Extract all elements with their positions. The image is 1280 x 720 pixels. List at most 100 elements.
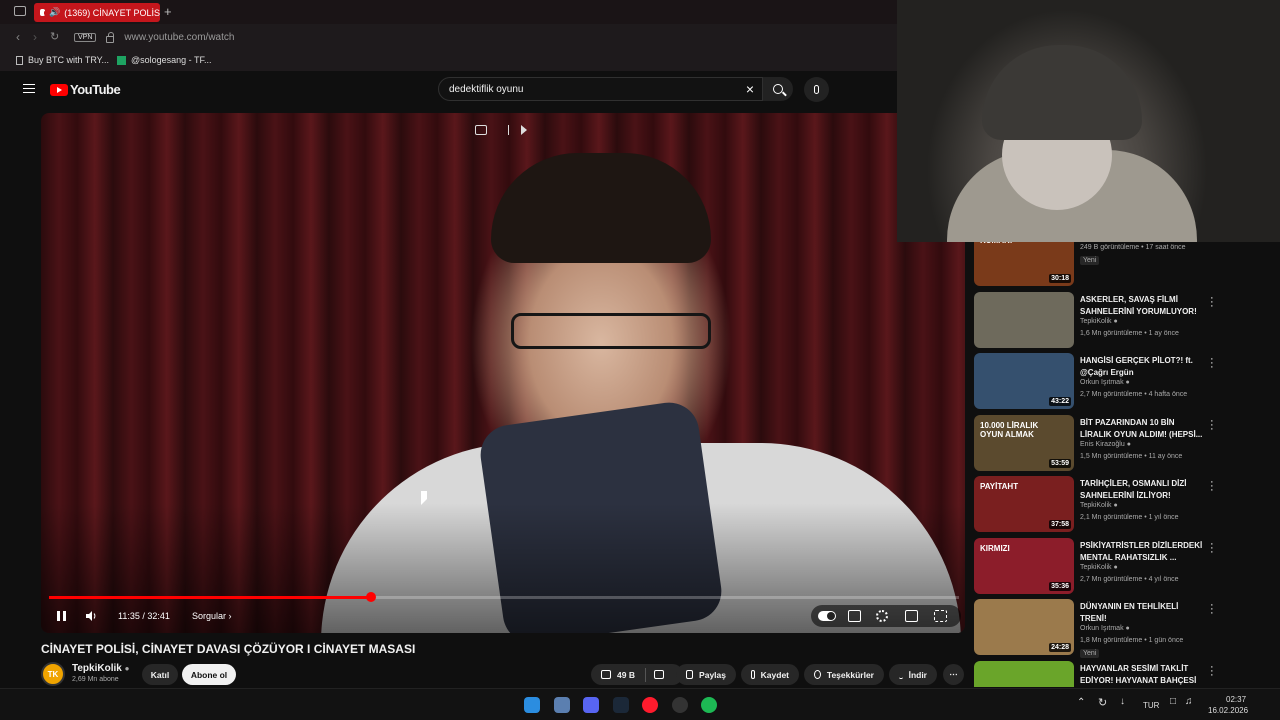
sync-icon[interactable]: ↻ — [1098, 696, 1107, 709]
save-button[interactable]: Kaydet — [741, 664, 799, 685]
forward-icon[interactable]: › — [33, 30, 37, 44]
windows-start-icon[interactable] — [524, 697, 540, 713]
more-options-icon[interactable]: · · · — [1210, 354, 1214, 373]
settings-gear-icon[interactable] — [876, 610, 888, 622]
recommendation-item[interactable]: 43:22 HANGİSİ GERÇEK PİLOT?! ft. @Çağrı E… — [974, 353, 1274, 411]
more-options-icon[interactable]: · · · — [1210, 600, 1214, 619]
recommendation-item[interactable]: KUMAR!30:18Emin Ağacı ●249 B görüntüleme… — [974, 240, 1274, 288]
recommendation-channel[interactable]: Orkun Işıtmak ● — [1080, 625, 1130, 632]
theater-mode-icon[interactable] — [905, 610, 918, 622]
recommendation-item[interactable]: PAYİTAHT 37:58 TARİHÇİLER, OSMANLI DİZİ SA… — [974, 476, 1274, 534]
recommendation-channel[interactable]: Orkun Işıtmak ● — [1080, 379, 1130, 386]
recommendation-channel[interactable]: TepkiKolik ● — [1080, 318, 1118, 325]
back-icon[interactable]: ‹ — [16, 30, 20, 44]
pause-icon[interactable] — [57, 611, 66, 621]
subtitles-icon[interactable] — [848, 610, 861, 622]
youtube-logo[interactable]: YouTube — [50, 82, 121, 97]
bookmark-item[interactable]: @sologesang - TF... — [117, 55, 212, 65]
recommendation-title[interactable]: PSİKİYATRİSTLER DİZİLERDEKİ MENTAL RAHAT… — [1080, 540, 1204, 564]
like-button[interactable]: 49 B — [601, 670, 635, 680]
autoplay-toggle[interactable] — [818, 611, 836, 621]
fullscreen-icon[interactable] — [934, 610, 947, 622]
progress-bar[interactable] — [49, 592, 959, 602]
language-indicator[interactable]: TUR — [1143, 701, 1159, 710]
recommendation-meta: 1,6 Mn görüntüleme • 1 ay önce — [1080, 329, 1179, 337]
recommendation-thumbnail[interactable] — [974, 660, 1074, 687]
volume-tray-icon[interactable]: ♫ — [1185, 696, 1193, 707]
more-actions-button[interactable]: ⋯ — [943, 664, 964, 685]
thumbs-down-icon[interactable] — [653, 670, 664, 679]
recommendation-title[interactable]: HANGİSİ GERÇEK PİLOT?! ft. @Çağrı Ergün — [1080, 355, 1204, 379]
more-options-icon[interactable]: · · · — [1210, 538, 1214, 557]
vpn-badge[interactable]: VPN — [74, 33, 97, 42]
recommendation-thumbnail[interactable]: 43:22 — [974, 353, 1074, 409]
speaker-icon[interactable]: 🔊 — [49, 7, 60, 18]
share-button[interactable]: Paylaş — [676, 664, 736, 685]
subscribe-button[interactable]: Abone ol — [182, 664, 236, 685]
recommendation-thumbnail[interactable]: KUMAR! 30:18 — [974, 240, 1074, 286]
sidebar-toggle-icon[interactable] — [14, 6, 26, 16]
duration-badge: 53:59 — [1049, 458, 1071, 468]
recommendation-item[interactable]: HAYVANLAR SESİMİ TAKLİT EDİYOR! HAYVANAT… — [974, 660, 1274, 688]
volume-icon[interactable] — [85, 610, 97, 622]
network-icon[interactable]: □ — [1170, 696, 1176, 707]
recommendation-thumbnail[interactable]: KIRMIZI 35:36 — [974, 537, 1074, 594]
chapter-button[interactable]: Sorgular › — [192, 611, 232, 621]
recommendation-thumbnail[interactable]: 24:28 — [974, 599, 1074, 655]
recommendation-list: KUMAR!30:18Emin Ağacı ●249 B görüntüleme… — [974, 240, 1274, 687]
voice-search-button[interactable] — [804, 77, 829, 102]
recommendation-title[interactable]: ASKERLER, SAVAŞ FİLMİ SAHNELERİNİ YORUML… — [1080, 294, 1204, 318]
join-button[interactable]: Katıl — [142, 664, 178, 685]
opera-icon[interactable] — [642, 697, 658, 713]
recommendation-title[interactable]: TARİHÇİLER, OSMANLI DİZİ SAHNELERİNİ İZL… — [1080, 478, 1204, 502]
recommendation-title[interactable]: HAYVANLAR SESİMİ TAKLİT EDİYOR! HAYVANAT… — [1080, 663, 1204, 688]
recommendation-thumbnail[interactable] — [974, 291, 1074, 348]
download-button[interactable]: İndir — [889, 664, 937, 685]
channel-name[interactable]: TepkiKolik ● — [72, 663, 129, 674]
cast-icon[interactable] — [497, 125, 509, 135]
clock-date[interactable]: 16.02.2026 — [1208, 706, 1248, 715]
lock-icon[interactable] — [106, 31, 115, 43]
spotify-icon[interactable] — [701, 697, 717, 713]
recommendation-thumbnail[interactable]: PAYİTAHT 37:58 — [974, 476, 1074, 532]
search-input[interactable]: dedektiflik oyunu × — [438, 77, 763, 101]
app-icon-icon[interactable] — [553, 697, 570, 713]
next-icon[interactable] — [521, 125, 527, 135]
recommendation-item[interactable]: KIRMIZI 35:36 PSİKİYATRİSTLER DİZİLERDEKİ … — [974, 537, 1274, 596]
steam-icon[interactable] — [612, 697, 629, 713]
browser-tab-active[interactable]: 🔊 (1369) CİNAYET POLİS — [34, 3, 160, 22]
app-red-icon[interactable] — [671, 697, 688, 713]
bookmark-item[interactable]: Buy BTC with TRY... — [16, 55, 109, 65]
address-field[interactable]: VPN www.youtube.com/watch — [66, 28, 896, 47]
recommendation-item[interactable]: 10.000 LİRALIK OYUN ALMAK 53:59 BİT PAZARI… — [974, 414, 1274, 473]
miniplayer-icon[interactable] — [475, 125, 487, 135]
menu-icon[interactable] — [23, 84, 35, 93]
recommendation-channel[interactable]: ERAY ● — [1080, 687, 1105, 688]
recommendation-channel[interactable]: TepkiKolik ● — [1080, 564, 1118, 571]
more-options-icon[interactable]: · · · — [1210, 661, 1214, 680]
recommendation-title[interactable]: DÜNYANIN EN TEHLİKELİ TRENİ! — [1080, 601, 1204, 625]
reload-icon[interactable]: ↻ — [50, 30, 59, 43]
channel-avatar[interactable]: TK — [41, 662, 65, 686]
recommendation-item[interactable]: ASKERLER, SAVAŞ FİLMİ SAHNELERİNİ YORUML… — [974, 291, 1274, 350]
video-player[interactable]: 11:35 / 32:41 Sorgular › — [41, 113, 965, 633]
recommendation-meta: 1,8 Mn görüntüleme • 1 gün önce — [1080, 637, 1184, 644]
microphone-tray-icon[interactable]: ↓ — [1120, 696, 1125, 707]
recommendation-channel[interactable]: Enis Kirazoğlu ● — [1080, 441, 1131, 448]
more-options-icon[interactable]: · · · — [1210, 415, 1214, 434]
recommendation-item[interactable]: 24:28 DÜNYANIN EN TEHLİKELİ TRENİ! Orkun I… — [974, 599, 1274, 658]
search-button[interactable] — [763, 77, 793, 101]
discord-icon[interactable] — [583, 697, 599, 713]
thanks-button[interactable]: Teşekkürler — [804, 664, 884, 685]
logo-text: YouTube — [70, 82, 121, 97]
more-options-icon[interactable]: · · · — [1210, 292, 1214, 311]
recommendation-title[interactable]: BİT PAZARINDAN 10 BİN LİRALIK OYUN ALDIM… — [1080, 417, 1204, 441]
new-tab-button[interactable]: + — [164, 4, 172, 19]
clock-time[interactable]: 02:37 — [1226, 695, 1246, 704]
recommendation-channel[interactable]: TepkiKolik ● — [1080, 502, 1118, 509]
bookmark-icon — [751, 670, 755, 679]
tray-chevron-icon[interactable]: ⌃ — [1077, 697, 1085, 708]
clear-icon[interactable]: × — [746, 81, 754, 97]
recommendation-thumbnail[interactable]: 10.000 LİRALIK OYUN ALMAK 53:59 — [974, 414, 1074, 471]
more-options-icon[interactable]: · · · — [1210, 477, 1214, 496]
